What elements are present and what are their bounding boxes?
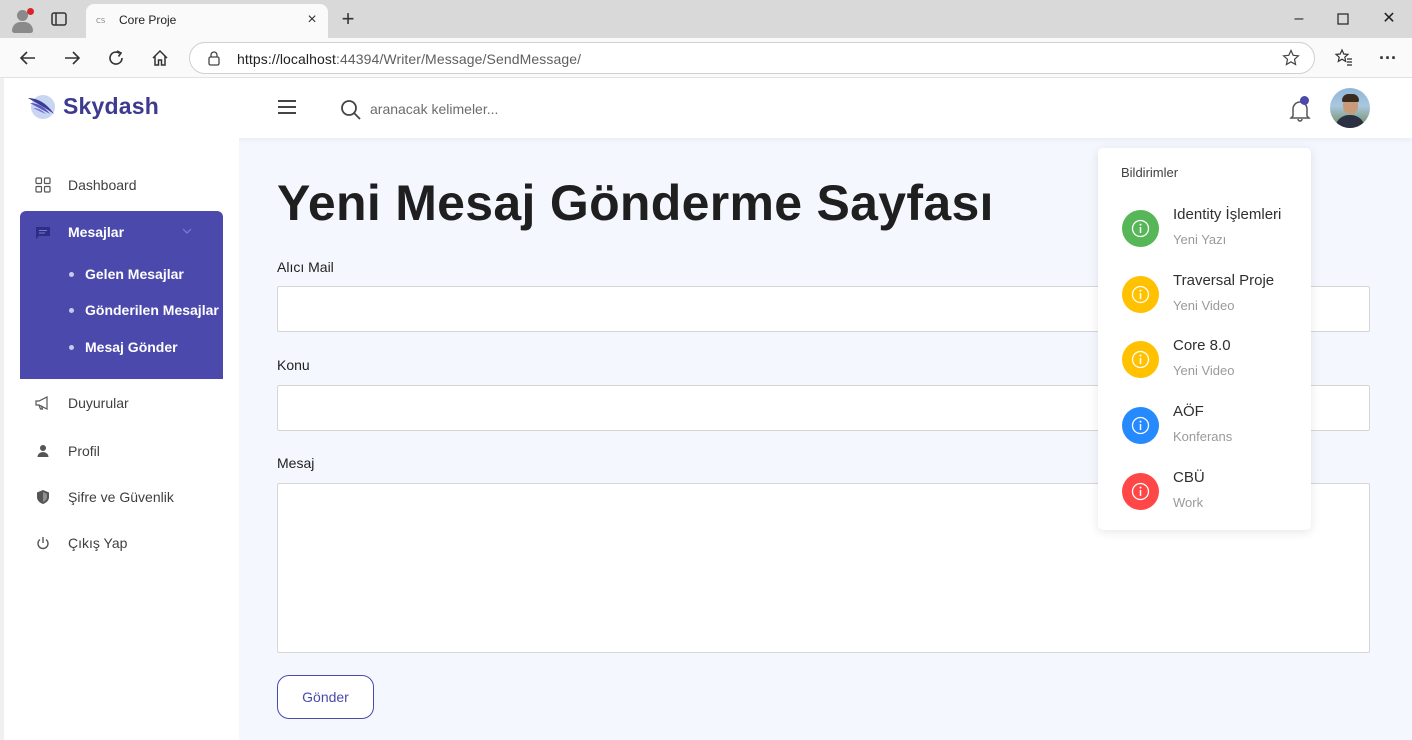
notification-item[interactable]: Traversal Proje Yeni Video	[1122, 272, 1302, 328]
notification-subtitle: Konferans	[1173, 429, 1233, 444]
bullet	[69, 308, 74, 313]
browser-titlebar: CS Core Proje × + – ✕	[0, 0, 1412, 38]
notification-title: CBÜ	[1173, 469, 1205, 486]
shield-icon	[37, 490, 49, 504]
info-icon	[1131, 219, 1150, 238]
more-menu-icon[interactable]: ···	[1376, 46, 1400, 70]
url-host: https://localhost	[237, 51, 336, 67]
browser-profile-icon[interactable]	[8, 6, 36, 34]
search-icon	[341, 100, 361, 120]
lock-icon[interactable]	[206, 50, 222, 66]
browser-tab-active[interactable]: CS Core Proje ×	[86, 4, 328, 38]
recipient-label: Alıcı Mail	[277, 259, 334, 275]
submenu-item-gonderilen-mesajlar[interactable]: Gönderilen Mesajlar	[69, 299, 223, 323]
home-icon[interactable]	[148, 46, 172, 70]
sidebar-item-profil[interactable]: Profil	[20, 429, 223, 473]
address-bar[interactable]: https://localhost:44394/Writer/Message/S…	[189, 42, 1315, 74]
search-input[interactable]	[370, 98, 670, 120]
page: Skydash Dashboard Mesajlar Gelen Mesajla…	[4, 78, 1412, 740]
page-title: Yeni Mesaj Gönderme Sayfası	[277, 175, 994, 231]
notification-circle	[1122, 407, 1159, 444]
subject-label: Konu	[277, 357, 310, 373]
info-icon	[1131, 285, 1150, 304]
notification-title: Identity İşlemleri	[1173, 206, 1282, 223]
notification-badge	[1300, 96, 1309, 105]
avatar-body	[1335, 115, 1365, 128]
sidebar-item-label: Çıkış Yap	[68, 535, 128, 551]
info-icon	[1131, 416, 1150, 435]
minimize-icon[interactable]: –	[1288, 8, 1310, 30]
info-icon	[1131, 350, 1150, 369]
sidebar-item-label: Şifre ve Güvenlik	[68, 489, 174, 505]
favorite-star-icon[interactable]	[1282, 49, 1300, 67]
notification-circle	[1122, 276, 1159, 313]
refresh-icon[interactable]	[104, 46, 128, 70]
brand-name: Skydash	[63, 93, 160, 119]
notification-item[interactable]: Identity İşlemleri Yeni Yazı	[1122, 206, 1302, 262]
send-button[interactable]: Gönder	[277, 675, 374, 719]
notification-circle	[1122, 473, 1159, 510]
notification-title: AÖF	[1173, 403, 1204, 420]
submenu-item-gelen-mesajlar[interactable]: Gelen Mesajlar	[69, 263, 223, 287]
favorites-icon[interactable]	[1332, 46, 1356, 70]
back-icon[interactable]	[16, 46, 40, 70]
notification-title: Traversal Proje	[1173, 272, 1275, 289]
browser-toolbar: https://localhost:44394/Writer/Message/S…	[0, 38, 1412, 78]
bullet	[69, 272, 74, 277]
profile-alert-dot	[27, 8, 34, 15]
message-label: Mesaj	[277, 455, 315, 471]
chevron-down-icon[interactable]	[181, 225, 193, 237]
notifications-dropdown: Bildirimler Identity İşlemleri Yeni Yazı…	[1098, 148, 1311, 530]
bullet	[69, 345, 74, 350]
tab-favicon-icon: CS	[96, 17, 106, 25]
sidebar-item-dashboard[interactable]: Dashboard	[20, 163, 223, 207]
close-window-icon[interactable]: ✕	[1378, 8, 1400, 30]
tab-title: Core Proje	[119, 13, 177, 27]
hamburger-menu-icon[interactable]	[278, 100, 296, 116]
brand-logo-icon	[28, 95, 55, 119]
maximize-icon[interactable]	[1332, 8, 1354, 30]
avatar-hair	[1342, 94, 1359, 102]
notification-subtitle: Yeni Video	[1173, 363, 1235, 378]
notification-subtitle: Work	[1173, 495, 1204, 510]
notification-item[interactable]: AÖF Konferans	[1122, 403, 1302, 459]
sidebar-item-duyurular[interactable]: Duyurular	[20, 381, 223, 425]
power-icon	[37, 537, 49, 550]
notification-circle	[1122, 341, 1159, 378]
submenu-label: Gönderilen Mesajlar	[85, 302, 219, 318]
sidebar-item-label: Duyurular	[68, 395, 129, 411]
notification-title: Core 8.0	[1173, 337, 1231, 354]
notification-item[interactable]: CBÜ Work	[1122, 469, 1302, 525]
sidebar-item-mesajlar[interactable]: Mesajlar Gelen Mesajlar Gönderilen Mesaj…	[20, 211, 223, 379]
sidebar-item-label: Profil	[68, 443, 100, 459]
sidebar-item-sifre-guvenlik[interactable]: Şifre ve Güvenlik	[20, 475, 223, 519]
tab-actions-icon[interactable]	[50, 10, 68, 28]
notifications-title: Bildirimler	[1121, 165, 1179, 180]
sidebar-item-cikis-yap[interactable]: Çıkış Yap	[20, 521, 223, 565]
megaphone-icon	[35, 396, 48, 410]
message-icon	[36, 227, 50, 239]
tab-close-icon[interactable]: ×	[304, 12, 320, 28]
url-text: https://localhost:44394/Writer/Message/S…	[237, 51, 581, 67]
submenu-label: Mesaj Gönder	[85, 339, 178, 355]
info-icon	[1131, 482, 1150, 501]
submenu-label: Gelen Mesajlar	[85, 266, 184, 282]
new-tab-icon[interactable]: +	[337, 8, 359, 30]
notification-item[interactable]: Core 8.0 Yeni Video	[1122, 337, 1302, 393]
sidebar-item-label: Mesajlar	[68, 224, 125, 240]
notification-subtitle: Yeni Yazı	[1173, 232, 1227, 247]
submenu-item-mesaj-gonder[interactable]: Mesaj Gönder	[69, 336, 223, 360]
url-path: :44394/Writer/Message/SendMessage/	[335, 51, 582, 67]
sidebar: Dashboard Mesajlar Gelen Mesajlar Gönder…	[4, 138, 239, 740]
notification-subtitle: Yeni Video	[1173, 298, 1235, 313]
top-navbar: Skydash	[4, 78, 1412, 138]
forward-icon[interactable]	[60, 46, 84, 70]
notification-circle	[1122, 210, 1159, 247]
grid-icon	[35, 177, 51, 193]
user-icon	[37, 445, 49, 457]
sidebar-item-label: Dashboard	[68, 177, 137, 193]
avatar[interactable]	[1330, 88, 1370, 128]
profile-shoulders	[12, 22, 33, 33]
